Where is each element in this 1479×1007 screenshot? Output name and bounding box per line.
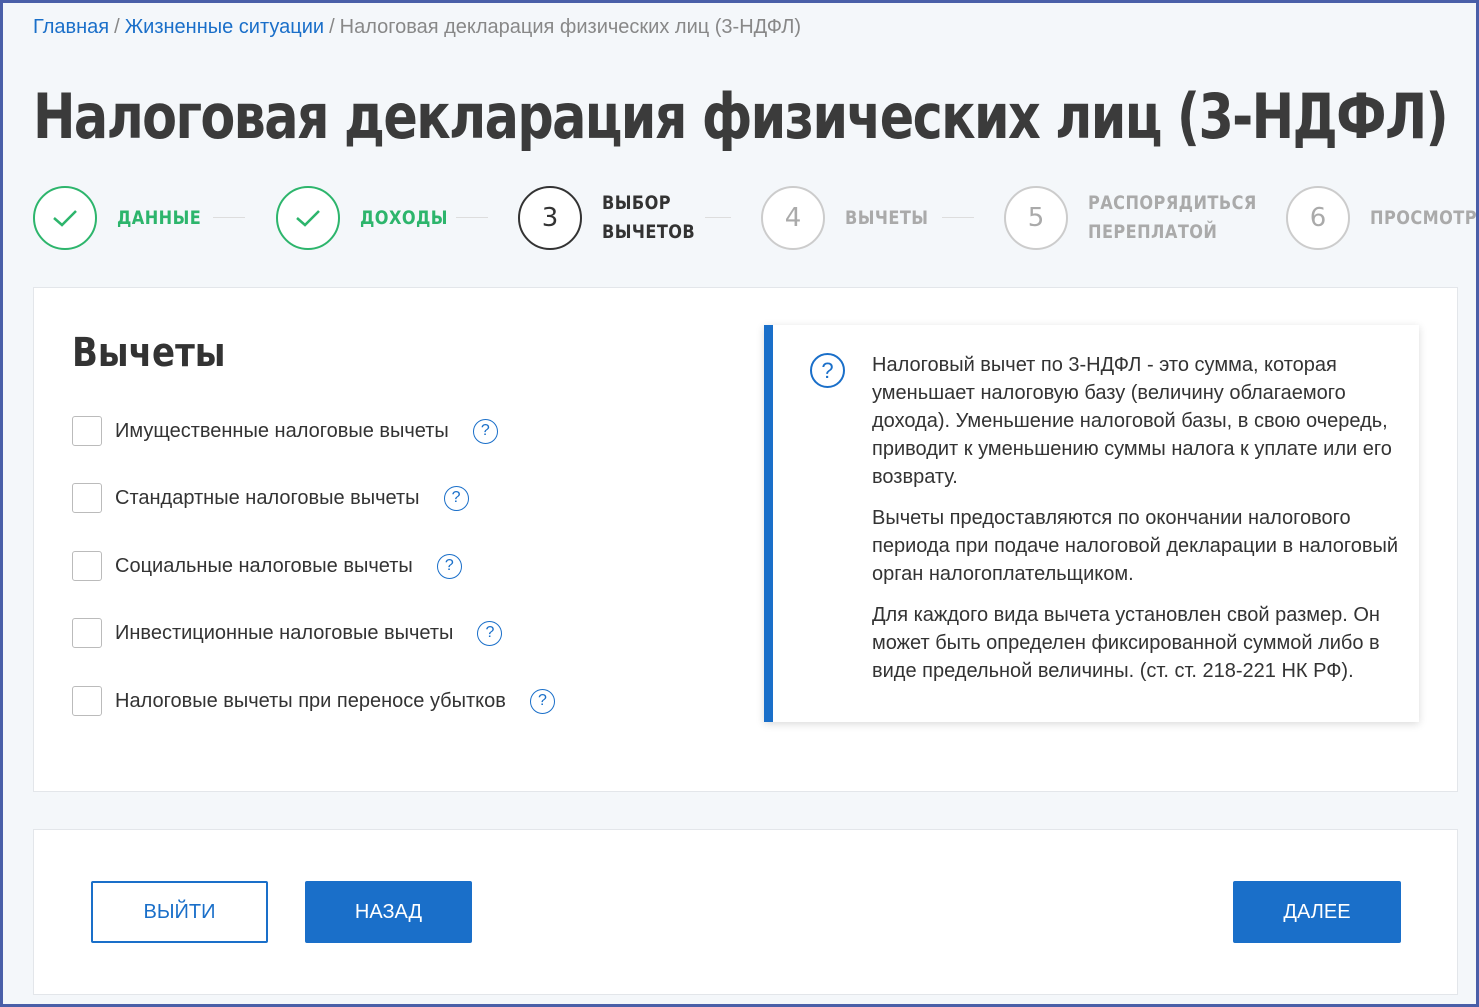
breadcrumb-link-home[interactable]: Главная xyxy=(33,16,109,38)
step-label: ПРОСМОТР xyxy=(1370,206,1477,229)
checkbox-label[interactable]: Инвестиционные налоговые вычеты xyxy=(115,622,453,645)
checkmark-icon xyxy=(53,210,77,227)
breadcrumb-link-life-situations[interactable]: Жизненные ситуации xyxy=(125,16,324,38)
step-label: ДАННЫЕ xyxy=(117,206,202,229)
step-choose-deductions[interactable]: 3 ВЫБОР ВЫЧЕТОВ xyxy=(518,186,712,250)
info-panel: ? Налоговый вычет по 3-НДФЛ - это сумма,… xyxy=(764,325,1419,722)
breadcrumb: Главная / Жизненные ситуации / Налоговая дек… xyxy=(33,16,801,39)
next-button[interactable]: ДАЛЕЕ xyxy=(1233,881,1401,943)
step-review[interactable]: 6 ПРОСМОТР xyxy=(1286,186,1479,250)
help-icon[interactable]: ? xyxy=(472,418,498,444)
checkbox-label[interactable]: Стандартные налоговые вычеты xyxy=(115,487,420,510)
info-text: Налоговый вычет по 3-НДФЛ - это сумма, к… xyxy=(872,351,1407,698)
exit-button[interactable]: ВЫЙТИ xyxy=(91,881,268,943)
checkmark-icon xyxy=(296,210,320,227)
breadcrumb-separator: / xyxy=(114,16,120,38)
checkbox[interactable] xyxy=(72,618,102,648)
checkbox-label[interactable]: Налоговые вычеты при переносе убытков xyxy=(115,690,506,713)
info-paragraph: Налоговый вычет по 3-НДФЛ - это сумма, к… xyxy=(872,354,1392,488)
deduction-option-standard: Стандартные налоговые вычеты ? xyxy=(72,483,469,513)
step-data[interactable]: ДАННЫЕ xyxy=(33,186,216,250)
breadcrumb-current: Налоговая декларация физических лиц (3-Н… xyxy=(339,16,802,38)
step-connector xyxy=(942,217,974,218)
step-number: 6 xyxy=(1286,186,1350,250)
question-icon: ? xyxy=(810,353,845,388)
checkbox-label[interactable]: Имущественные налоговые вычеты xyxy=(115,420,449,443)
section-title: Вычеты xyxy=(72,330,226,376)
step-circle xyxy=(276,186,340,250)
step-circle xyxy=(33,186,97,250)
help-icon[interactable]: ? xyxy=(529,688,555,714)
deduction-option-investment: Инвестиционные налоговые вычеты ? xyxy=(72,618,503,648)
step-deductions[interactable]: 4 ВЫЧЕТЫ xyxy=(761,186,943,250)
step-connector xyxy=(213,217,245,218)
breadcrumb-separator: / xyxy=(329,16,335,38)
checkbox[interactable] xyxy=(72,686,102,716)
step-label: ВЫБОР ВЫЧЕТОВ xyxy=(602,192,696,243)
step-number: 5 xyxy=(1004,186,1068,250)
step-label: РАСПОРЯДИТЬСЯ ПЕРЕПЛАТОЙ xyxy=(1088,192,1257,243)
info-paragraph: Для каждого вида вычета установлен свой … xyxy=(872,604,1380,682)
page-title: Налоговая декларация физических лиц (3-Н… xyxy=(33,80,1449,153)
deduction-option-social: Социальные налоговые вычеты ? xyxy=(72,551,462,581)
step-number: 4 xyxy=(761,186,825,250)
checkbox-label[interactable]: Социальные налоговые вычеты xyxy=(115,555,413,578)
step-label: ВЫЧЕТЫ xyxy=(845,206,929,229)
step-income[interactable]: ДОХОДЫ xyxy=(276,186,463,250)
info-paragraph: Вычеты предоставляются по окончании нало… xyxy=(872,507,1399,585)
back-button[interactable]: НАЗАД xyxy=(305,881,472,943)
help-icon[interactable]: ? xyxy=(436,553,462,579)
deduction-option-property: Имущественные налоговые вычеты ? xyxy=(72,416,498,446)
checkbox[interactable] xyxy=(72,551,102,581)
checkbox[interactable] xyxy=(72,483,102,513)
deduction-option-loss-carryforward: Налоговые вычеты при переносе убытков ? xyxy=(72,686,555,716)
checkbox[interactable] xyxy=(72,416,102,446)
step-overpayment[interactable]: 5 РАСПОРЯДИТЬСЯ ПЕРЕПЛАТОЙ xyxy=(1004,186,1287,250)
help-icon[interactable]: ? xyxy=(443,485,469,511)
help-icon[interactable]: ? xyxy=(477,620,503,646)
step-label: ДОХОДЫ xyxy=(360,206,448,229)
step-number: 3 xyxy=(518,186,582,250)
